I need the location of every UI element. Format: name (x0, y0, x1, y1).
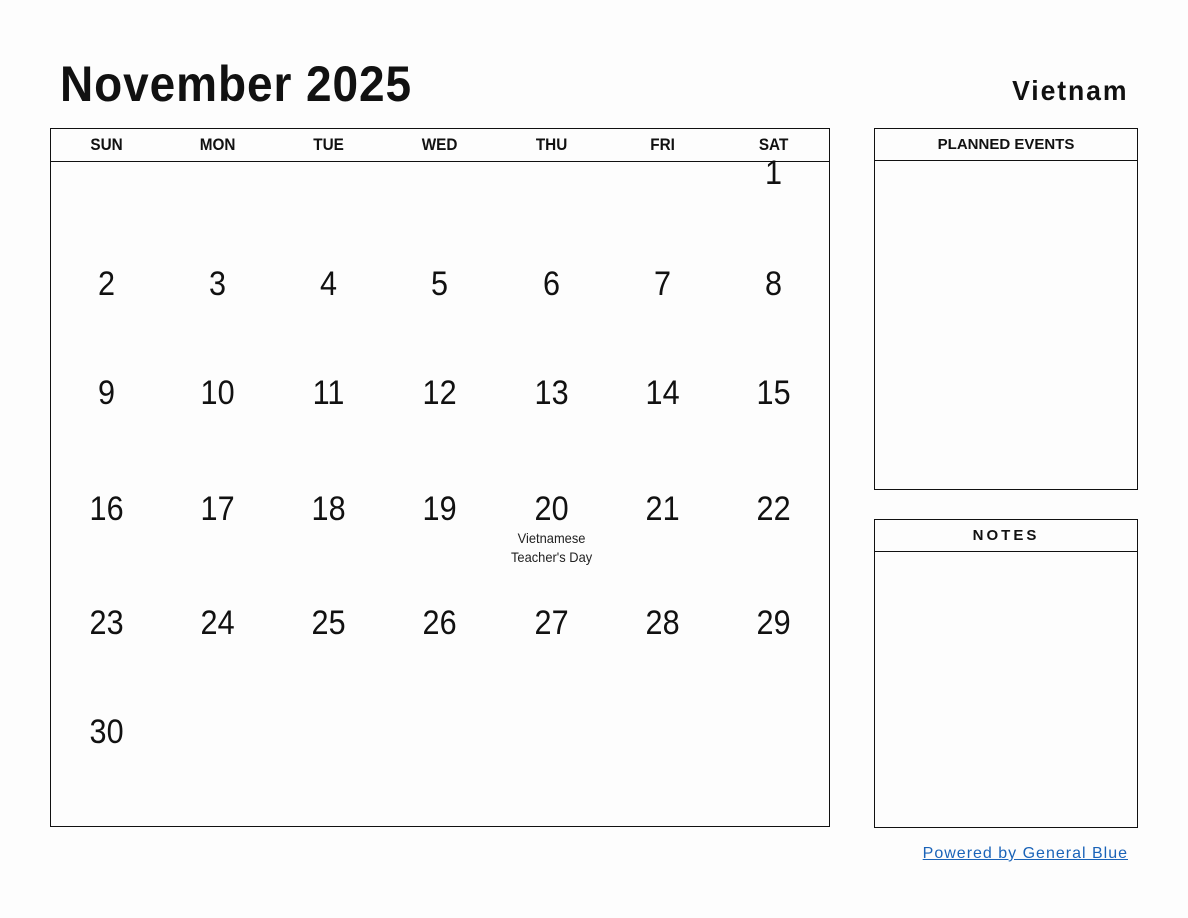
day-number: 13 (534, 374, 569, 412)
day-number: 16 (89, 490, 124, 528)
day-number: 11 (312, 374, 345, 412)
weekday-fri: FRI (649, 135, 675, 154)
day-number: 29 (756, 604, 791, 642)
day-cell-16[interactable]: 16 (51, 469, 162, 589)
day-cell-24[interactable]: 24 (162, 589, 273, 699)
planned-events-area[interactable] (875, 161, 1137, 489)
day-cell-empty (384, 161, 495, 251)
week-row: 30 (51, 699, 829, 828)
week-row: 23 24 25 26 27 28 29 (51, 589, 829, 699)
day-cell-13[interactable]: 13 (496, 359, 607, 469)
country-label: Vietnam (1011, 75, 1128, 106)
day-cell-26[interactable]: 26 (384, 589, 495, 699)
week-row: 2 3 4 5 6 7 8 (51, 251, 829, 359)
day-cell-12[interactable]: 12 (384, 359, 495, 469)
day-number: 27 (534, 604, 569, 642)
weekday-header: SUN MON TUE WED THU FRI SAT (51, 129, 829, 162)
weekday-tue: TUE (313, 135, 345, 154)
day-number: 2 (98, 265, 116, 303)
day-cell-empty (607, 699, 718, 828)
day-number: 23 (89, 604, 124, 642)
day-cell-14[interactable]: 14 (607, 359, 718, 469)
day-cell-15[interactable]: 15 (718, 359, 829, 469)
day-cell-empty (496, 161, 607, 251)
day-cell-7[interactable]: 7 (607, 251, 718, 359)
day-number: 1 (764, 154, 782, 192)
day-cell-17[interactable]: 17 (162, 469, 273, 589)
week-row: 1 (51, 154, 829, 251)
day-number: 21 (645, 490, 680, 528)
weekday-sun: SUN (90, 135, 123, 154)
day-cell-empty (718, 699, 829, 828)
day-number: 24 (200, 604, 235, 642)
planned-events-heading: PLANNED EVENTS (875, 129, 1137, 161)
day-cell-21[interactable]: 21 (607, 469, 718, 589)
weekday-thu: THU (535, 135, 567, 154)
notes-panel: NOTES (874, 519, 1138, 828)
day-cell-3[interactable]: 3 (162, 251, 273, 359)
week-row: 16 17 18 19 20 Vietnamese Teacher's Day 21 22 (51, 469, 829, 589)
weekday-mon: MON (199, 135, 236, 154)
powered-by-link[interactable]: Powered by General Blue (923, 844, 1128, 864)
day-cell-9[interactable]: 9 (51, 359, 162, 469)
notes-area[interactable] (875, 552, 1137, 828)
day-number: 14 (645, 374, 680, 412)
day-cell-empty (384, 699, 495, 828)
day-cell-18[interactable]: 18 (273, 469, 384, 589)
day-cell-empty (273, 699, 384, 828)
holiday-label: Vietnamese (517, 530, 586, 546)
day-cell-25[interactable]: 25 (273, 589, 384, 699)
day-number: 19 (422, 490, 458, 528)
day-cell-27[interactable]: 27 (496, 589, 607, 699)
day-cell-30[interactable]: 30 (51, 699, 162, 828)
day-cell-8[interactable]: 8 (718, 251, 829, 359)
day-number: 10 (200, 374, 235, 412)
day-cell-11[interactable]: 11 (273, 359, 384, 469)
day-number: 18 (311, 490, 346, 528)
day-cell-empty (51, 161, 162, 251)
day-cell-10[interactable]: 10 (162, 359, 273, 469)
day-cell-empty (496, 699, 607, 828)
day-number: 25 (311, 604, 346, 642)
notes-heading: NOTES (875, 520, 1137, 552)
day-number: 8 (764, 265, 782, 303)
day-cell-empty (162, 699, 273, 828)
day-cell-23[interactable]: 23 (51, 589, 162, 699)
day-cell-empty (273, 161, 384, 251)
day-cell-22[interactable]: 22 (718, 469, 829, 589)
day-number: 7 (653, 265, 671, 303)
page-title: November 2025 (60, 56, 413, 112)
day-number: 9 (98, 374, 116, 412)
day-cell-28[interactable]: 28 (607, 589, 718, 699)
day-cell-29[interactable]: 29 (718, 589, 829, 699)
day-number: 22 (756, 490, 791, 528)
day-cell-empty (162, 161, 273, 251)
day-number: 26 (422, 604, 458, 642)
holiday-label: Teacher's Day (510, 549, 592, 565)
day-cell-4[interactable]: 4 (273, 251, 384, 359)
day-cell-6[interactable]: 6 (496, 251, 607, 359)
day-number: 5 (431, 265, 449, 303)
day-cell-19[interactable]: 19 (384, 469, 495, 589)
day-cell-20[interactable]: 20 Vietnamese Teacher's Day (496, 469, 607, 589)
day-cell-5[interactable]: 5 (384, 251, 495, 359)
day-number: 20 (534, 490, 569, 528)
planned-events-panel: PLANNED EVENTS (874, 128, 1138, 490)
day-cell-1[interactable]: 1 (718, 154, 829, 251)
day-number: 4 (320, 265, 338, 303)
day-cell-empty (607, 161, 718, 251)
day-cell-2[interactable]: 2 (51, 251, 162, 359)
day-number: 15 (756, 374, 791, 412)
week-row: 9 10 11 12 13 14 15 (51, 359, 829, 469)
day-number: 12 (422, 374, 458, 412)
weekday-wed: WED (422, 135, 458, 154)
day-number: 30 (89, 713, 124, 751)
day-number: 6 (542, 265, 560, 303)
day-number: 28 (645, 604, 680, 642)
calendar-grid: SUN MON TUE WED THU FRI SAT 1 2 3 4 5 6 7 8 9 10 1… (50, 128, 830, 827)
day-number: 17 (200, 490, 235, 528)
day-number: 3 (209, 265, 227, 303)
